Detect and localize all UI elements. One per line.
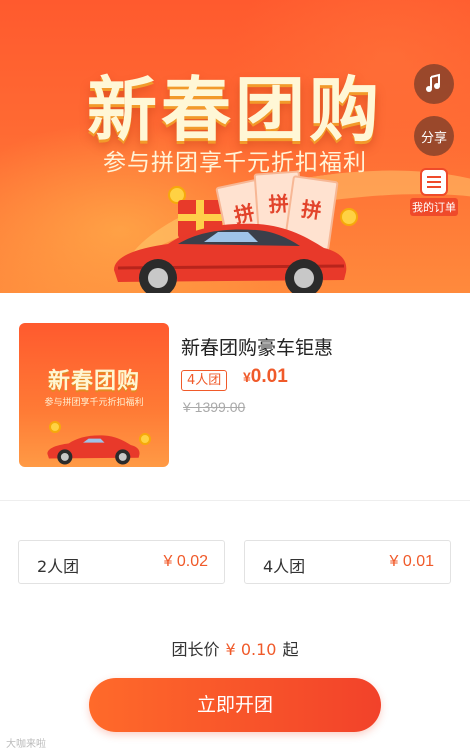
share-button[interactable]: 分享 [414, 116, 454, 156]
watermark: 大咖来啦 [6, 739, 46, 750]
product-section: 新春团购 参与拼团享千元折扣福利 新春团购豪车钜惠 4人团 ¥0.01 ¥ 13… [0, 293, 470, 501]
music-note-icon [426, 73, 440, 92]
sports-car-icon [47, 435, 140, 465]
leader-price-label: 团长价 [171, 640, 220, 659]
sports-car-icon [114, 223, 347, 293]
my-orders-label: 我的订单 [410, 198, 458, 216]
my-orders-button[interactable]: 我的订单 [410, 168, 458, 216]
leader-price-line: 团长价 ¥ 0.10 起 [0, 636, 470, 660]
music-button[interactable] [414, 64, 454, 104]
product-image-title: 新春团购 [47, 369, 140, 394]
original-price: ¥ 1399.00 [183, 399, 246, 415]
group-size-badge: 4人团 [181, 370, 228, 391]
hero-banner: 新春团购 参与拼团享千元折扣福利 拼 拼 拼 [0, 0, 470, 293]
currency-symbol: ¥ [243, 369, 251, 385]
product-image[interactable]: 新春团购 参与拼团享千元折扣福利 [19, 323, 169, 467]
leader-price-suffix: 起 [282, 640, 299, 659]
start-group-button[interactable]: 立即开团 [89, 678, 381, 732]
group-option-price: ¥ 0.01 [389, 553, 434, 570]
banner-title: 新春团购 [87, 69, 383, 151]
product-title: 新春团购豪车钜惠 [181, 337, 334, 359]
product-price: ¥0.01 [243, 366, 288, 388]
order-list-icon [420, 168, 448, 196]
group-option-4[interactable]: 4人团 ¥ 0.01 [244, 540, 451, 584]
group-option-name: 4人团 [263, 557, 306, 576]
leader-price-value: ¥ 0.10 [225, 640, 277, 659]
group-option-name: 2人团 [37, 557, 80, 576]
group-option-2[interactable]: 2人团 ¥ 0.02 [18, 540, 225, 584]
group-option-price: ¥ 0.02 [163, 553, 208, 570]
price-value: 0.01 [250, 366, 288, 387]
product-image-subtitle: 参与拼团享千元折扣福利 [44, 398, 144, 408]
